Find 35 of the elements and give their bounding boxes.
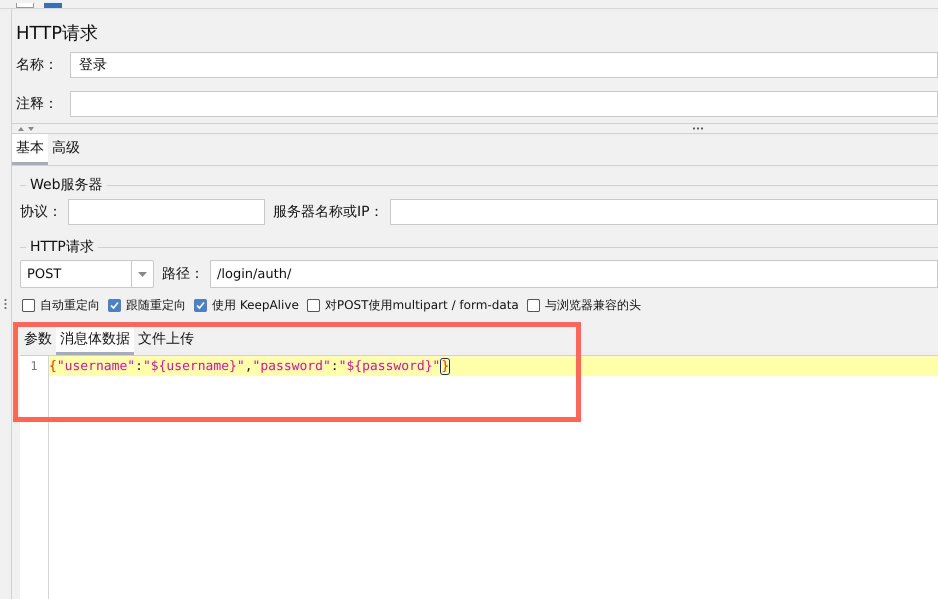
caret-icon: [138, 272, 147, 276]
checkbox-label: 跟随重定向: [126, 296, 186, 314]
tab[interactable]: 参数: [20, 326, 56, 355]
checkbox[interactable]: [306, 298, 320, 312]
group-title: Web服务器: [30, 176, 103, 194]
field-label: 服务器名称或IP：: [273, 203, 384, 221]
drag-handle-icon[interactable]: [4, 298, 7, 310]
checkbox-icon: [16, 3, 34, 8]
checkbox-label: 对POST使用multipart / form-data: [324, 296, 519, 314]
field-label: 协议：: [20, 203, 62, 221]
field-label: 名称：: [16, 56, 59, 74]
field-label: 路径：: [162, 265, 204, 283]
tab[interactable]: 基本: [12, 134, 48, 165]
tab[interactable]: 消息体数据: [56, 326, 134, 355]
panel-title: HTTP请求: [15, 22, 100, 45]
method-dropdown[interactable]: POST: [20, 260, 154, 288]
text-field[interactable]: 登录: [70, 52, 938, 78]
text-field[interactable]: [70, 90, 938, 116]
splitter-grip-icon[interactable]: [692, 127, 704, 130]
path-field[interactable]: /login/auth/: [210, 260, 938, 288]
group-title: HTTP请求: [30, 238, 94, 256]
field-label: 注释：: [16, 94, 59, 112]
checkbox-label: 自动重定向: [40, 296, 100, 314]
tab[interactable]: 高级: [48, 134, 84, 165]
tab[interactable]: 文件上传: [134, 326, 198, 355]
checkbox[interactable]: [526, 298, 540, 312]
checkbox[interactable]: [108, 298, 121, 312]
protocol-field[interactable]: [68, 199, 265, 225]
server-field[interactable]: [390, 199, 938, 225]
checkbox[interactable]: [194, 298, 207, 312]
line-number: 1: [29, 358, 39, 375]
checkbox-label: 与浏览器兼容的头: [544, 296, 641, 314]
checkbox[interactable]: [22, 298, 35, 312]
app-icon: [44, 3, 62, 8]
checkbox-label: 使用 KeepAlive: [212, 296, 299, 314]
